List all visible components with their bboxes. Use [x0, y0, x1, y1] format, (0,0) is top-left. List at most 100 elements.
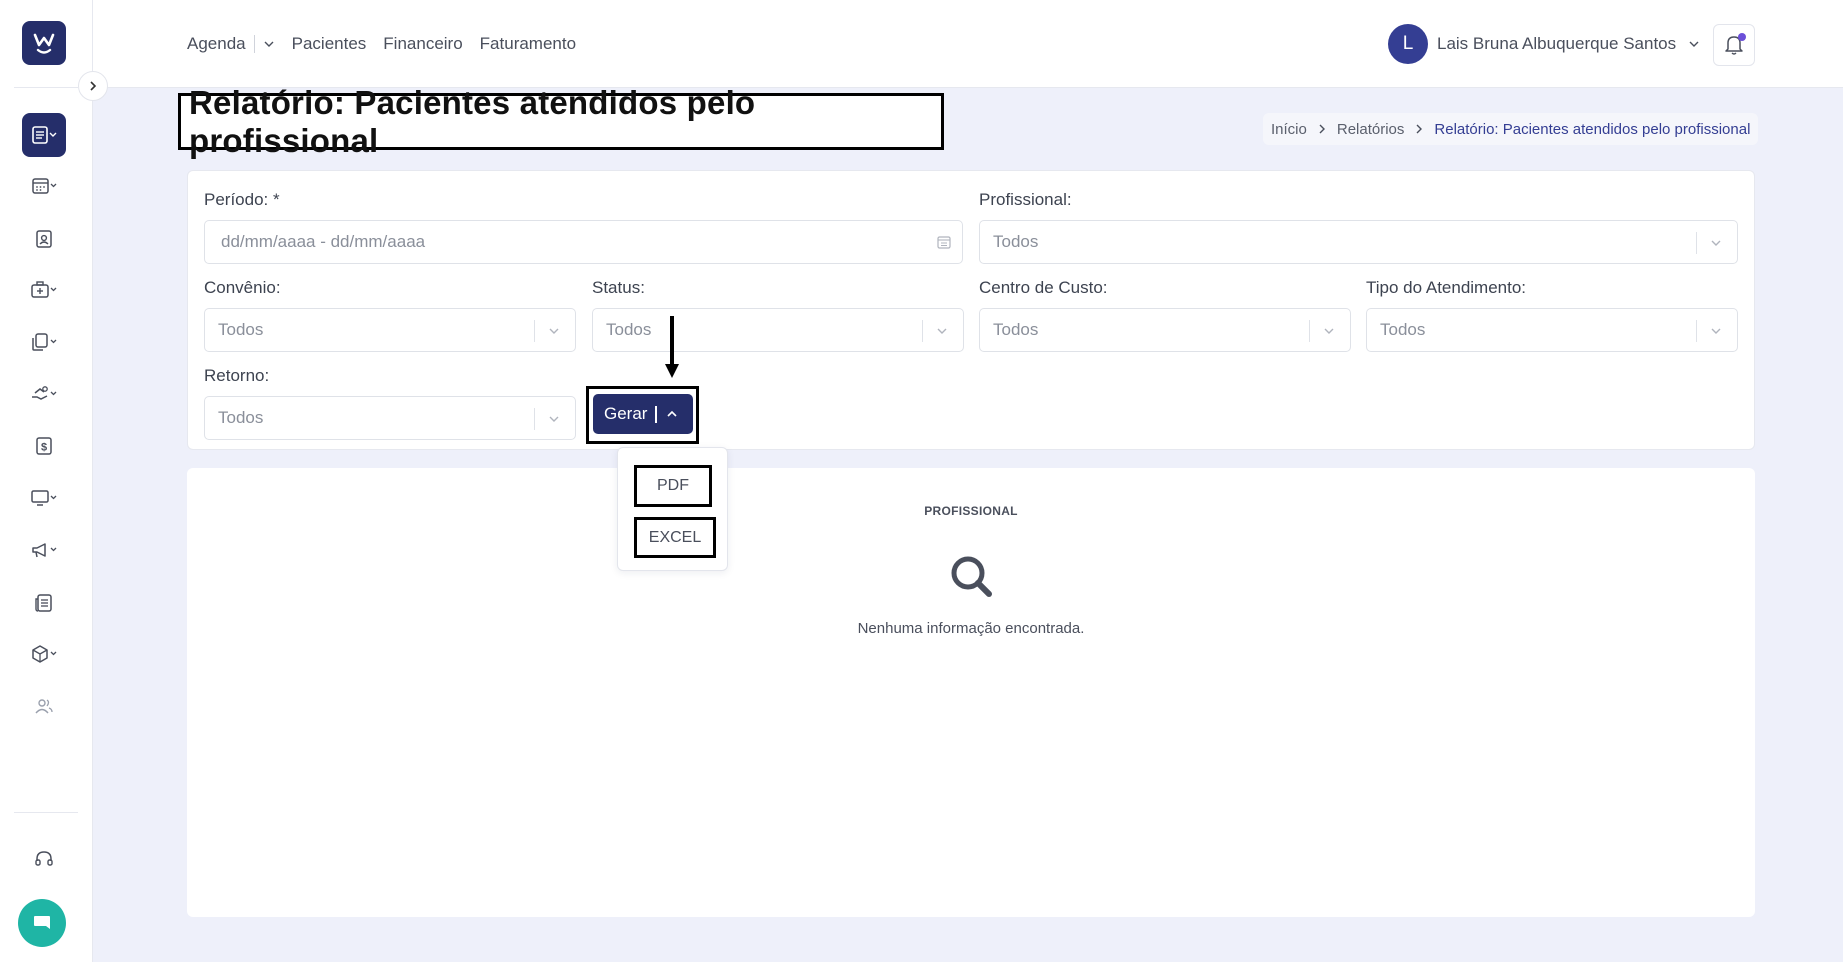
top-bar: Agenda Pacientes Financeiro Faturamento … [93, 0, 1843, 88]
chevron-down-icon [1322, 324, 1336, 338]
chevron-down-icon [547, 412, 561, 426]
chevron-down-icon [1709, 236, 1723, 250]
empty-state-message: Nenhuma informação encontrada. [857, 620, 1085, 637]
convenio-field: Convênio: Todos [204, 278, 576, 352]
tipo-atendimento-value: Todos [1380, 320, 1426, 339]
export-excel-option[interactable]: EXCEL [634, 517, 716, 558]
chevron-right-icon [1319, 124, 1325, 134]
sidebar-toggle-button[interactable] [78, 71, 108, 101]
box-icon [32, 645, 57, 663]
periodo-label: Período: * [204, 190, 280, 209]
sidebar-item-calendar[interactable] [22, 164, 66, 208]
sidebar-item-inventory[interactable] [22, 632, 66, 676]
sidebar-item-patients[interactable] [22, 217, 66, 261]
export-dropdown-menu: PDF EXCEL [617, 447, 728, 571]
periodo-placeholder: dd/mm/aaaa - dd/mm/aaaa [221, 232, 426, 251]
tipo-atendimento-select[interactable]: Todos [1366, 308, 1738, 352]
breadcrumb-current: Relatório: Pacientes atendidos pelo prof… [1434, 120, 1751, 138]
sidebar-item-finance[interactable]: $ [22, 424, 66, 468]
nav-agenda[interactable]: Agenda [187, 34, 246, 54]
sidebar-item-support[interactable] [22, 837, 66, 881]
status-label: Status: [592, 278, 645, 297]
hand-money-icon [32, 386, 57, 400]
convenio-value: Todos [218, 320, 264, 339]
chevron-down-icon [264, 41, 274, 47]
sidebar-divider [14, 87, 78, 88]
megaphone-icon [32, 543, 57, 558]
dollar-sign-icon: $ [36, 437, 52, 455]
chevron-right-icon [90, 81, 97, 91]
user-name: Lais Bruna Albuquerque Santos [1437, 34, 1677, 53]
centro-custo-value: Todos [993, 320, 1039, 339]
chat-button[interactable] [18, 899, 66, 947]
tipo-atendimento-field: Tipo do Atendimento: Todos [1366, 278, 1738, 352]
documents-icon [32, 333, 57, 351]
export-pdf-option[interactable]: PDF [634, 465, 712, 507]
notifications-button[interactable] [1713, 24, 1755, 66]
convenio-label: Convênio: [204, 278, 281, 297]
column-header-profissional: PROFISSIONAL [924, 504, 1018, 518]
profissional-value: Todos [993, 232, 1039, 251]
monitor-icon [31, 490, 57, 506]
centro-custo-field: Centro de Custo: Todos [979, 278, 1351, 352]
sidebar-item-documents[interactable] [22, 320, 66, 364]
sidebar-item-marketing[interactable] [22, 528, 66, 572]
nav-financeiro[interactable]: Financeiro [383, 34, 462, 54]
chevron-down-icon [1709, 324, 1723, 338]
convenio-select[interactable]: Todos [204, 308, 576, 352]
nav-faturamento[interactable]: Faturamento [480, 34, 576, 54]
chevron-up-icon [667, 410, 677, 417]
logo-w-icon [33, 33, 55, 54]
breadcrumb-home[interactable]: Início [1271, 121, 1307, 138]
tipo-atendimento-label: Tipo do Atendimento: [1366, 278, 1527, 297]
breadcrumb-separator [1317, 124, 1327, 134]
breadcrumb-separator [1414, 124, 1424, 134]
calendar-icon [936, 234, 952, 250]
calendar-icon [32, 178, 57, 194]
status-select[interactable]: Todos [592, 308, 964, 352]
retorno-label: Retorno: [204, 366, 270, 385]
agenda-dropdown-toggle[interactable] [263, 38, 275, 50]
breadcrumb-reports[interactable]: Relatórios [1337, 121, 1405, 138]
users-icon [35, 699, 53, 714]
status-value: Todos [606, 320, 652, 339]
newspaper-icon [35, 594, 52, 612]
user-menu-toggle[interactable] [1688, 38, 1700, 50]
annotation-arrow [665, 316, 679, 378]
chevron-down-icon [935, 324, 949, 338]
app-logo[interactable] [22, 21, 66, 65]
sidebar-item-reports[interactable] [22, 113, 66, 157]
chat-icon [34, 916, 50, 929]
centro-custo-label: Centro de Custo: [979, 278, 1108, 297]
sidebar-divider [14, 812, 78, 813]
periodo-input[interactable]: dd/mm/aaaa - dd/mm/aaaa [204, 220, 963, 264]
profissional-field: Profissional: Todos [979, 190, 1738, 264]
headset-icon [35, 851, 53, 866]
chevron-down-icon [1689, 41, 1699, 47]
breadcrumb: Início Relatórios Relatório: Pacientes a… [1263, 113, 1759, 145]
sidebar-item-billing[interactable] [22, 372, 66, 416]
chevron-right-icon [1416, 124, 1423, 134]
nav-pacientes[interactable]: Pacientes [292, 34, 367, 54]
svg-text:$: $ [41, 442, 47, 454]
filter-card: Período: * dd/mm/aaaa - dd/mm/aaaa Profi… [187, 170, 1755, 450]
sidebar-item-medical[interactable] [22, 268, 66, 312]
sidebar-item-news[interactable] [22, 581, 66, 625]
retorno-value: Todos [218, 408, 264, 427]
avatar: L [1388, 24, 1428, 64]
page-title: Relatório: Pacientes atendidos pelo prof… [189, 83, 756, 159]
gerar-label: Gerar [604, 404, 648, 423]
gerar-button[interactable]: Gerar [593, 394, 693, 434]
centro-custo-select[interactable]: Todos [979, 308, 1351, 352]
sidebar-item-monitor[interactable] [22, 476, 66, 520]
retorno-field: Retorno: Todos [204, 366, 576, 440]
gerar-highlight: Gerar [586, 386, 699, 444]
sidebar-item-users[interactable] [22, 684, 66, 728]
gerar-separator [655, 405, 657, 423]
profissional-select[interactable]: Todos [979, 220, 1738, 264]
user-menu[interactable]: L Lais Bruna Albuquerque Santos [1388, 24, 1700, 64]
retorno-select[interactable]: Todos [204, 396, 576, 440]
main-nav: Agenda Pacientes Financeiro Faturamento [187, 34, 593, 54]
periodo-field: Período: * dd/mm/aaaa - dd/mm/aaaa [204, 190, 963, 264]
report-icon [32, 126, 57, 144]
